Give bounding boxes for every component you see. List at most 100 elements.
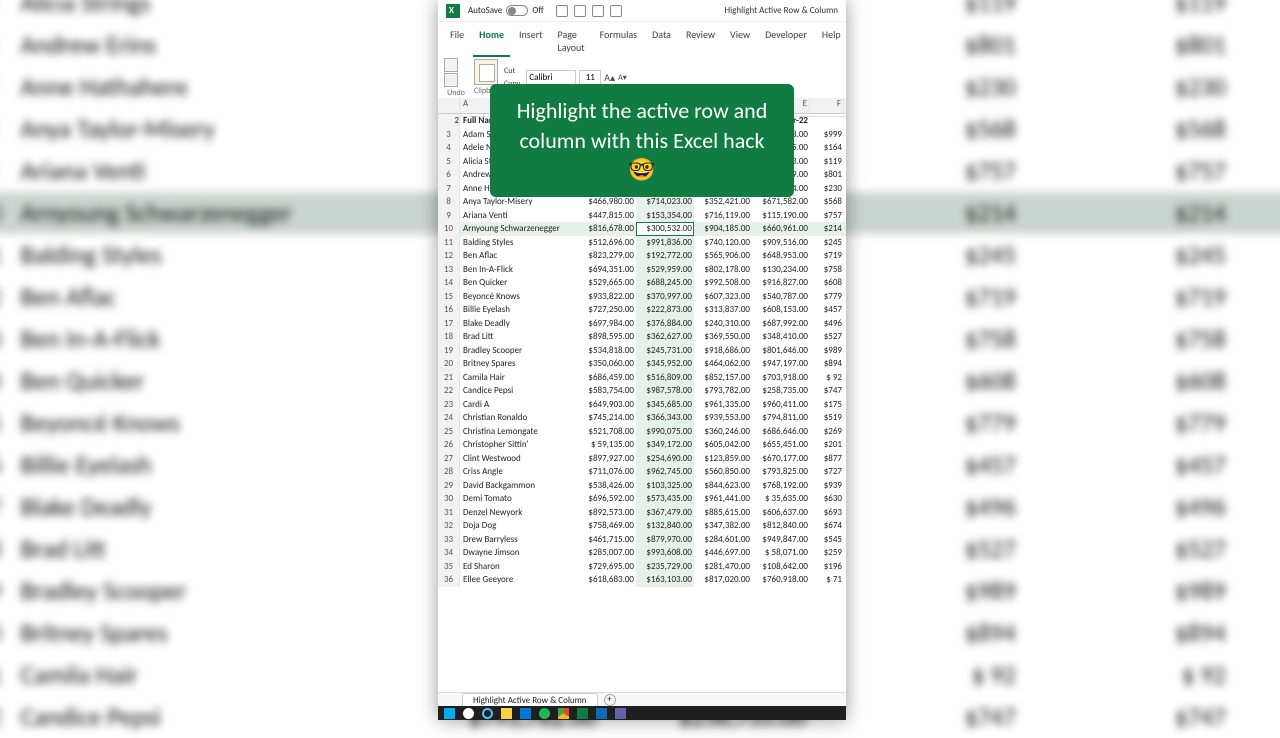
- search-icon[interactable]: [463, 708, 474, 719]
- cell[interactable]: Brad Litt: [460, 330, 578, 344]
- cell[interactable]: $284,601.00: [694, 533, 752, 547]
- cell[interactable]: $606,637.00: [752, 506, 810, 520]
- cell[interactable]: Ben In-A-Flick: [460, 263, 578, 277]
- row-19[interactable]: 19Bradley Scooper$534,818.00$245,731.00$…: [438, 344, 846, 358]
- cell[interactable]: $962,745.00: [636, 465, 694, 479]
- cell[interactable]: $989: [810, 344, 844, 358]
- cell[interactable]: $538,426.00: [578, 479, 636, 493]
- cell[interactable]: $947,197.00: [752, 357, 810, 371]
- cell[interactable]: $285,007.00: [578, 546, 636, 560]
- row-9[interactable]: 9Ariana Venti$447,815.00$153,354.00$716,…: [438, 209, 846, 223]
- row-header[interactable]: 4: [438, 141, 460, 155]
- row-header[interactable]: 34: [438, 546, 460, 560]
- cell[interactable]: Doja Dog: [460, 519, 578, 533]
- toggle-icon[interactable]: [506, 5, 528, 16]
- outlook-icon[interactable]: [596, 708, 607, 719]
- row-24[interactable]: 24Christian Ronaldo$745,214.00$366,343.0…: [438, 411, 846, 425]
- cell[interactable]: $457: [810, 303, 844, 317]
- row-header[interactable]: 32: [438, 519, 460, 533]
- row-29[interactable]: 29David Backgammon$538,426.00$103,325.00…: [438, 479, 846, 493]
- row-36[interactable]: 36Ellee Geeyore$618,683.00$163,103.00$81…: [438, 573, 846, 587]
- cell[interactable]: $898,595.00: [578, 330, 636, 344]
- cell[interactable]: $119: [810, 155, 844, 169]
- row-header[interactable]: 25: [438, 425, 460, 439]
- cell[interactable]: Ellee Geeyore: [460, 573, 578, 587]
- new-icon[interactable]: [574, 5, 586, 17]
- cortana-icon[interactable]: [482, 708, 493, 719]
- cell[interactable]: $961,441.00: [694, 492, 752, 506]
- cell[interactable]: $ 92: [810, 371, 844, 385]
- cell[interactable]: Christopher Sittin': [460, 438, 578, 452]
- row-header[interactable]: 5: [438, 155, 460, 169]
- cell[interactable]: $671,582.00: [752, 195, 810, 209]
- row-header[interactable]: 27: [438, 452, 460, 466]
- row-header[interactable]: 18: [438, 330, 460, 344]
- cell[interactable]: $630: [810, 492, 844, 506]
- cell[interactable]: $201: [810, 438, 844, 452]
- cell[interactable]: $686,646.00: [752, 425, 810, 439]
- cell[interactable]: $727,250.00: [578, 303, 636, 317]
- row-header[interactable]: 24: [438, 411, 460, 425]
- cell[interactable]: Arnyoung Schwarzenegger: [460, 222, 578, 236]
- cell[interactable]: $521,708.00: [578, 425, 636, 439]
- print-icon[interactable]: [610, 5, 622, 17]
- row-header[interactable]: 10: [438, 222, 460, 236]
- chrome-icon[interactable]: [558, 708, 569, 719]
- cell[interactable]: $583,754.00: [578, 384, 636, 398]
- cell[interactable]: Beyoncé Knows: [460, 290, 578, 304]
- cell[interactable]: $313,837.00: [694, 303, 752, 317]
- add-sheet-button[interactable]: +: [604, 694, 616, 706]
- cell[interactable]: $939,553.00: [694, 411, 752, 425]
- cell[interactable]: $464,062.00: [694, 357, 752, 371]
- cell[interactable]: $918,686.00: [694, 344, 752, 358]
- row-header[interactable]: 12: [438, 249, 460, 263]
- spotify-icon[interactable]: [539, 708, 550, 719]
- cell[interactable]: $801,646.00: [752, 344, 810, 358]
- cell[interactable]: $447,815.00: [578, 209, 636, 223]
- cell[interactable]: $655,451.00: [752, 438, 810, 452]
- ribbon-tab-developer[interactable]: Developer: [759, 25, 813, 57]
- row-13[interactable]: 13Ben In-A-Flick$694,351.00$529,959.00$8…: [438, 263, 846, 277]
- cell[interactable]: $939: [810, 479, 844, 493]
- row-31[interactable]: 31Denzel Newyork$892,573.00$367,479.00$8…: [438, 506, 846, 520]
- cell[interactable]: $696,592.00: [578, 492, 636, 506]
- cell[interactable]: $527: [810, 330, 844, 344]
- row-header[interactable]: 15: [438, 290, 460, 304]
- cell[interactable]: $987,578.00: [636, 384, 694, 398]
- cell[interactable]: Anya Taylor-Misery: [460, 195, 578, 209]
- row-20[interactable]: 20Britney Spares$350,060.00$345,952.00$4…: [438, 357, 846, 371]
- cell[interactable]: Ben Quicker: [460, 276, 578, 290]
- cell[interactable]: $175: [810, 398, 844, 412]
- cell[interactable]: $817,020.00: [694, 573, 752, 587]
- cell[interactable]: $949,847.00: [752, 533, 810, 547]
- cell[interactable]: $779: [810, 290, 844, 304]
- cell[interactable]: $347,382.00: [694, 519, 752, 533]
- cell[interactable]: $534,818.00: [578, 344, 636, 358]
- row-header[interactable]: 31: [438, 506, 460, 520]
- row-21[interactable]: 21Camila Hair$686,459.00$516,809.00$852,…: [438, 371, 846, 385]
- row-15[interactable]: 15Beyoncé Knows$933,822.00$370,997.00$60…: [438, 290, 846, 304]
- increase-font-icon[interactable]: A▴: [604, 71, 615, 84]
- cell[interactable]: Blake Deadly: [460, 317, 578, 331]
- row-header[interactable]: 14: [438, 276, 460, 290]
- row-header[interactable]: 21: [438, 371, 460, 385]
- cell[interactable]: $370,997.00: [636, 290, 694, 304]
- row-header[interactable]: 23: [438, 398, 460, 412]
- row-35[interactable]: 35Ed Sharon$729,695.00$235,729.00$281,47…: [438, 560, 846, 574]
- cell[interactable]: $496: [810, 317, 844, 331]
- cell[interactable]: Christian Ronaldo: [460, 411, 578, 425]
- cell[interactable]: $916,827.00: [752, 276, 810, 290]
- cell[interactable]: $192,772.00: [636, 249, 694, 263]
- row-18[interactable]: 18Brad Litt$898,595.00$362,627.00$369,55…: [438, 330, 846, 344]
- cell[interactable]: $258,735.00: [752, 384, 810, 398]
- cell[interactable]: $618,683.00: [578, 573, 636, 587]
- autosave-toggle[interactable]: AutoSave Off: [468, 5, 544, 16]
- row-header[interactable]: 20: [438, 357, 460, 371]
- cell[interactable]: $844,623.00: [694, 479, 752, 493]
- row-26[interactable]: 26Christopher Sittin'$ 59,135.00$349,172…: [438, 438, 846, 452]
- cell[interactable]: $693: [810, 506, 844, 520]
- row-34[interactable]: 34Dwayne Jimson$285,007.00$993,608.00$44…: [438, 546, 846, 560]
- ribbon-tab-insert[interactable]: Insert: [513, 25, 549, 57]
- sheet-tab-active[interactable]: Highlight Active Row & Column: [462, 693, 598, 707]
- cell[interactable]: $529,959.00: [636, 263, 694, 277]
